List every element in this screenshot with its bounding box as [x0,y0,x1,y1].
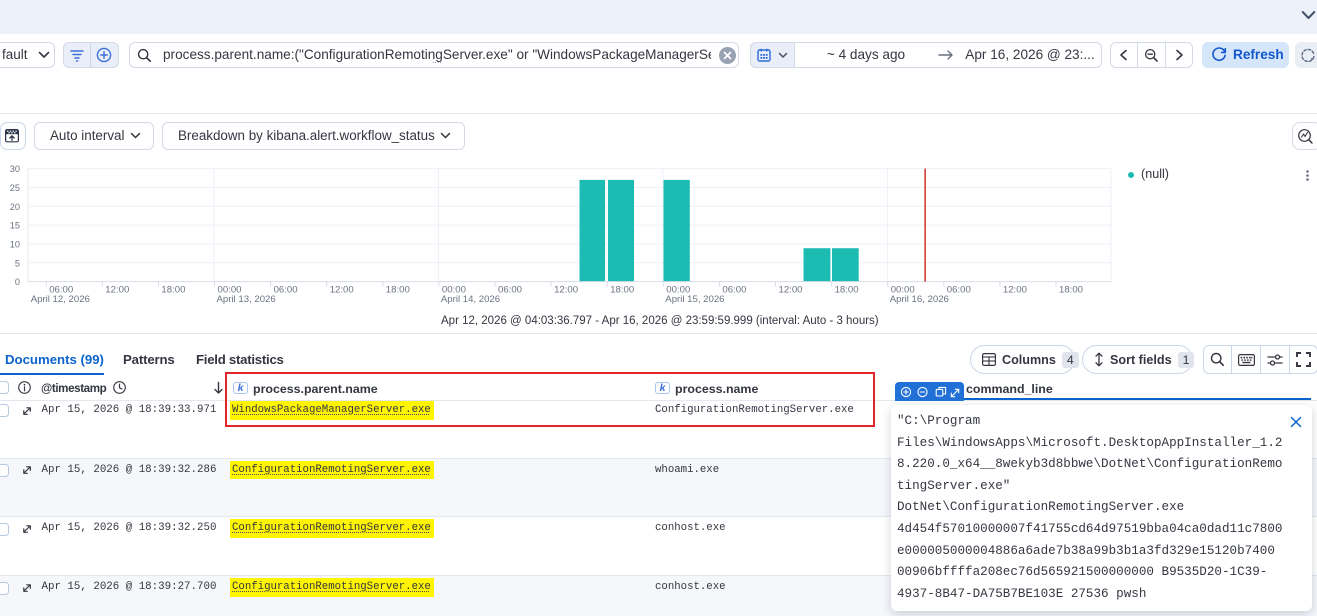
svg-text:12:00: 12:00 [105,284,129,295]
svg-text:20: 20 [10,202,20,212]
svg-text:April 13, 2026: April 13, 2026 [217,294,276,305]
svg-text:April 12, 2026: April 12, 2026 [31,294,90,305]
svg-text:10: 10 [10,239,20,249]
svg-text:18:00: 18:00 [1059,284,1083,295]
svg-text:12:00: 12:00 [1003,284,1027,295]
svg-text:30: 30 [10,164,20,174]
svg-text:06:00: 06:00 [274,284,298,295]
svg-text:25: 25 [10,183,20,193]
svg-text:12:00: 12:00 [779,284,803,295]
svg-text:5: 5 [15,258,20,268]
svg-text:18:00: 18:00 [835,284,859,295]
svg-text:06:00: 06:00 [947,284,971,295]
svg-text:15: 15 [10,221,20,231]
svg-text:April 15, 2026: April 15, 2026 [665,294,724,305]
svg-text:0: 0 [15,277,20,287]
svg-text:April 16, 2026: April 16, 2026 [890,294,949,305]
svg-text:06:00: 06:00 [722,284,746,295]
svg-text:18:00: 18:00 [386,284,410,295]
svg-text:18:00: 18:00 [610,284,634,295]
svg-text:18:00: 18:00 [161,284,185,295]
svg-text:12:00: 12:00 [554,284,578,295]
svg-text:12:00: 12:00 [330,284,354,295]
svg-text:06:00: 06:00 [498,284,522,295]
svg-text:April 14, 2026: April 14, 2026 [441,294,500,305]
